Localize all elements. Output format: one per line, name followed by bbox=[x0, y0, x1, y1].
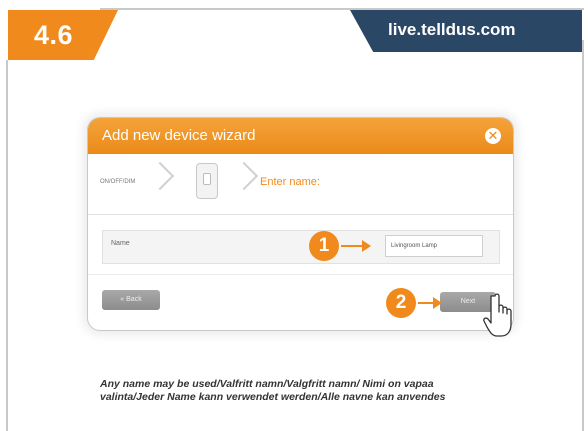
divider bbox=[88, 214, 513, 215]
callout-2: 2 bbox=[386, 288, 416, 318]
callout-1: 1 bbox=[309, 231, 339, 261]
hand-pointer-icon bbox=[483, 293, 512, 337]
device-name-input[interactable]: Livingroom Lamp bbox=[385, 235, 483, 257]
wizard-title: Add new device wizard bbox=[102, 127, 256, 144]
step-device-type: ON/OFF/DIM bbox=[100, 179, 136, 185]
close-icon[interactable]: ✕ bbox=[485, 128, 501, 144]
wizard-steps: ON/OFF/DIM Enter name: bbox=[88, 158, 513, 208]
chevron-right-icon bbox=[145, 161, 175, 191]
arrow-right-icon bbox=[418, 297, 442, 309]
back-button[interactable]: « Back bbox=[102, 290, 160, 310]
divider bbox=[88, 274, 513, 275]
site-url-banner: live.telldus.com bbox=[350, 10, 582, 52]
step-enter-name: Enter name: bbox=[260, 176, 320, 188]
step-number: 4.6 bbox=[34, 20, 74, 50]
frame-left-line bbox=[6, 60, 8, 431]
name-field-label: Name bbox=[111, 240, 130, 247]
site-url: live.telldus.com bbox=[388, 20, 516, 39]
step-number-badge: 4.6 bbox=[8, 10, 118, 60]
wizard-header: Add new device wizard ✕ bbox=[88, 118, 513, 154]
chevron-right-icon bbox=[229, 161, 259, 191]
frame-right-line bbox=[582, 40, 584, 431]
plug-receiver-icon bbox=[196, 163, 218, 199]
name-field-row: Name Livingroom Lamp bbox=[102, 230, 500, 264]
add-device-wizard-dialog: Add new device wizard ✕ ON/OFF/DIM Enter… bbox=[88, 118, 513, 330]
caption-text: Any name may be used/Valfritt namn/Valgf… bbox=[100, 378, 446, 403]
frame-top-line bbox=[100, 8, 584, 10]
arrow-right-icon bbox=[341, 240, 371, 252]
